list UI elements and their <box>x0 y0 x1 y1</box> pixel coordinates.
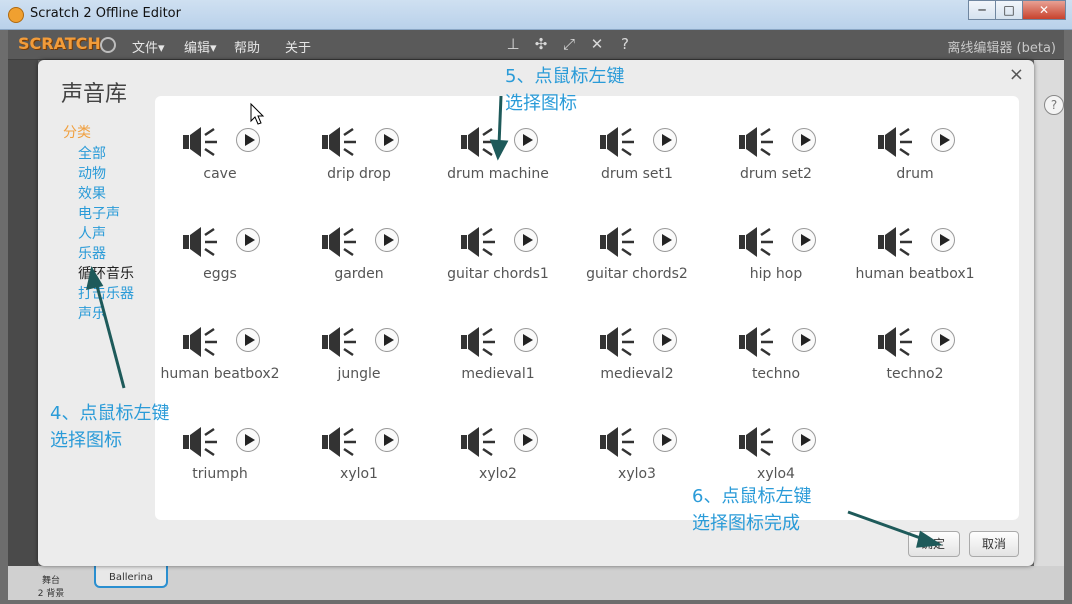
arrow-step4-head <box>86 266 104 290</box>
annotation-step4: 4、点鼠标左键 选择图标 <box>50 403 170 451</box>
annotation-step6: 6、点鼠标左键 选择图标完成 <box>692 486 812 534</box>
arrow-step6-head <box>916 530 943 548</box>
arrow-step6 <box>847 510 927 542</box>
arrow-step5-head <box>489 139 509 161</box>
arrow-step5 <box>497 95 503 146</box>
annotation-step5: 5、点鼠标左键 选择图标 <box>505 66 625 114</box>
mouse-cursor-icon <box>250 102 265 125</box>
arrow-step4 <box>94 281 126 389</box>
